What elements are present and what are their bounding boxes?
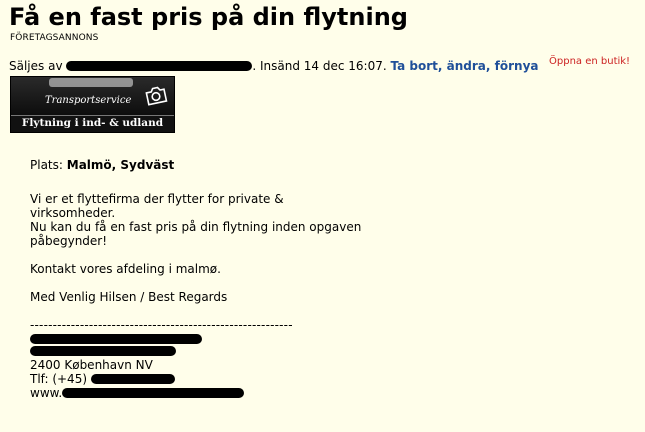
city-line: 2400 København NV: [30, 358, 153, 372]
company-ad-label: FÖRETAGSANNONS: [10, 33, 99, 43]
website-prefix: www.: [30, 386, 63, 400]
redacted-website: [62, 388, 245, 398]
edit-ad-link[interactable]: Ta bort, ändra, förnya: [391, 59, 539, 73]
seller-prefix: Säljes av: [9, 59, 63, 73]
phone-line: Tlf: (+45): [30, 372, 390, 386]
redacted-phone: [90, 374, 175, 384]
regards-line: Med Venlig Hilsen / Best Regards: [30, 290, 228, 304]
ad-description: Vi er et flyttefirma der flytter for pri…: [30, 192, 362, 248]
redacted-address-line: [30, 346, 176, 356]
separator-line: ----------------------------------------…: [30, 318, 293, 332]
logo-divider: [11, 115, 174, 116]
contact-line: Kontakt vores afdeling i malmø.: [30, 262, 221, 276]
open-shop-link[interactable]: Öppna en butik!: [549, 56, 630, 67]
redacted-company-line: [30, 334, 202, 344]
phone-prefix: Tlf: (+45): [30, 372, 88, 386]
camera-icon: [145, 86, 168, 106]
posted-date: . Insänd 14 dec 16:07.: [252, 59, 387, 73]
redacted-seller-name: [66, 61, 253, 71]
location-line: Plats: Malmö, Sydväst: [30, 158, 390, 172]
ad-title: Få en fast pris på din flytning: [9, 3, 408, 31]
location-value: Malmö, Sydväst: [66, 158, 175, 172]
website-line: www.: [30, 386, 390, 400]
location-label: Plats:: [30, 158, 63, 172]
logo-subtitle: Transportservice: [45, 95, 132, 106]
logo-tagline: Flytning i ind- & udland: [21, 117, 164, 129]
ad-meta-line: Säljes av . Insänd 14 dec 16:07. Ta bort…: [9, 59, 538, 73]
company-logo: Transportservice Flytning i ind- & udlan…: [10, 76, 175, 133]
ad-body: Plats: Malmö, Sydväst Vi er et flyttefir…: [30, 158, 390, 400]
redacted-brand-name: [49, 78, 133, 87]
